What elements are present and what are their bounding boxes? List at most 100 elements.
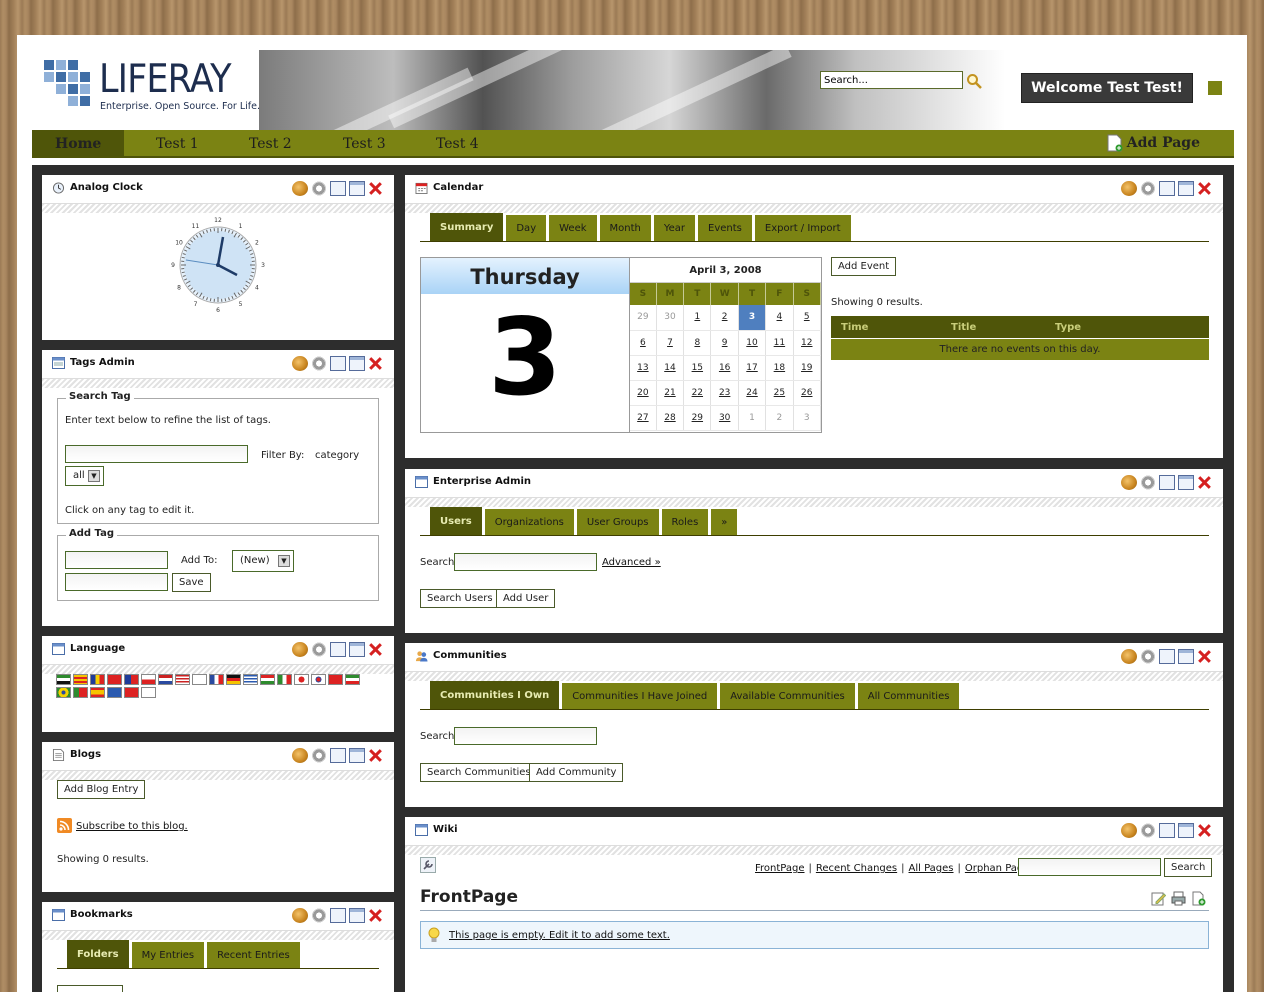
configuration-icon[interactable] <box>311 642 327 657</box>
configuration-icon[interactable] <box>1140 823 1156 838</box>
flag-turkish-icon[interactable] <box>124 687 139 698</box>
configuration-icon[interactable] <box>311 181 327 196</box>
frontpage-link[interactable]: FrontPage <box>755 863 805 874</box>
maximize-icon[interactable] <box>1178 823 1194 838</box>
close-icon[interactable] <box>368 748 384 763</box>
nav-item-test-2[interactable]: Test 2 <box>249 130 292 158</box>
new-tag-properties-input[interactable] <box>65 573 168 591</box>
flag-portuguese-brazil-icon[interactable] <box>56 687 71 698</box>
add-page-button[interactable]: Add Page <box>1107 134 1200 152</box>
wrench-icon[interactable] <box>420 857 436 873</box>
calendar-day[interactable]: 6 <box>630 330 657 356</box>
flag-chinese-icon[interactable] <box>107 674 122 685</box>
look-and-feel-icon[interactable] <box>292 748 308 763</box>
wiki-search-input[interactable] <box>1018 858 1161 876</box>
liferay-logo[interactable]: LIFERAY Enterprise. Open Source. For Lif… <box>44 60 260 112</box>
minimize-icon[interactable] <box>1159 823 1175 838</box>
tab-week[interactable]: Week <box>549 215 597 241</box>
calendar-day[interactable]: 24 <box>738 380 767 406</box>
close-icon[interactable] <box>1197 181 1213 196</box>
look-and-feel-icon[interactable] <box>1121 475 1137 490</box>
calendar-day[interactable]: 9 <box>710 330 739 356</box>
calendar-day[interactable]: 17 <box>738 355 767 381</box>
filter-select[interactable]: all ▼ <box>65 466 104 486</box>
tab-export-import[interactable]: Export / Import <box>754 215 851 241</box>
dock-toggle-icon[interactable] <box>1208 81 1222 95</box>
add-child-page-icon[interactable] <box>1191 891 1206 906</box>
calendar-day[interactable]: 25 <box>765 380 794 406</box>
calendar-day[interactable]: 30 <box>710 405 739 431</box>
flag-japanese-icon[interactable] <box>294 674 309 685</box>
flag-vietnamese-icon[interactable] <box>141 687 156 698</box>
calendar-day[interactable]: 19 <box>793 355 822 381</box>
minimize-icon[interactable] <box>330 181 346 196</box>
nav-item-home[interactable]: Home <box>32 130 125 158</box>
maximize-icon[interactable] <box>1178 475 1194 490</box>
tab-all-communities[interactable]: All Communities <box>857 683 960 709</box>
add-blog-entry-button[interactable]: Add Blog Entry <box>57 780 146 799</box>
calendar-day[interactable]: 2 <box>710 305 739 331</box>
look-and-feel-icon[interactable] <box>292 908 308 923</box>
flag-catalan-icon[interactable] <box>73 674 88 685</box>
look-and-feel-icon[interactable] <box>1121 823 1137 838</box>
calendar-day[interactable]: 13 <box>630 355 657 381</box>
flag-czech-icon[interactable] <box>141 674 156 685</box>
flag-dutch-icon[interactable] <box>158 674 173 685</box>
tab-communities-joined[interactable]: Communities I Have Joined <box>562 683 718 709</box>
tab-folders[interactable]: Folders <box>67 940 129 968</box>
look-and-feel-icon[interactable] <box>1121 649 1137 664</box>
flag-greek-icon[interactable] <box>243 674 258 685</box>
tab-communities-i-own[interactable]: Communities I Own <box>430 681 560 709</box>
close-icon[interactable] <box>1197 475 1213 490</box>
flag-basque-icon[interactable] <box>90 674 105 685</box>
close-icon[interactable] <box>1197 649 1213 664</box>
calendar-day[interactable]: 3 <box>738 305 767 331</box>
flag-korean-icon[interactable] <box>311 674 326 685</box>
tab-summary[interactable]: Summary <box>430 213 504 241</box>
maximize-icon[interactable] <box>349 908 365 923</box>
wiki-search-button[interactable]: Search <box>1164 858 1213 877</box>
close-icon[interactable] <box>368 908 384 923</box>
maximize-icon[interactable] <box>349 748 365 763</box>
maximize-icon[interactable] <box>349 356 365 371</box>
flag-norwegian-icon[interactable] <box>328 674 343 685</box>
add-event-button[interactable]: Add Event <box>831 257 897 276</box>
flag-portuguese-icon[interactable] <box>73 687 88 698</box>
portlet-header[interactable]: Tags Admin <box>42 350 394 378</box>
look-and-feel-icon[interactable] <box>292 642 308 657</box>
calendar-day[interactable]: 12 <box>793 330 822 356</box>
add-to-select[interactable]: (New) ▼ <box>232 550 294 572</box>
flag-finnish-icon[interactable] <box>192 674 207 685</box>
calendar-day[interactable]: 16 <box>710 355 739 381</box>
tab-my-entries[interactable]: My Entries <box>131 942 205 968</box>
maximize-icon[interactable] <box>349 642 365 657</box>
calendar-day[interactable]: 22 <box>683 380 712 406</box>
configuration-icon[interactable] <box>1140 475 1156 490</box>
close-icon[interactable] <box>1197 823 1213 838</box>
maximize-icon[interactable] <box>1178 649 1194 664</box>
calendar-day[interactable]: 8 <box>683 330 712 356</box>
flag-english-icon[interactable] <box>175 674 190 685</box>
tab-day[interactable]: Day <box>506 215 547 241</box>
header-search-input[interactable] <box>820 71 963 89</box>
configuration-icon[interactable] <box>1140 181 1156 196</box>
tab-organizations[interactable]: Organizations <box>484 509 574 535</box>
calendar-day[interactable]: 26 <box>793 380 822 406</box>
calendar-day[interactable]: 5 <box>793 305 822 331</box>
portlet-header[interactable]: Calendar <box>405 175 1223 203</box>
flag-french-icon[interactable] <box>209 674 224 685</box>
portlet-header[interactable]: Enterprise Admin <box>405 469 1223 497</box>
add-user-button[interactable]: Add User <box>496 589 556 608</box>
print-icon[interactable] <box>1171 891 1186 906</box>
add-folder-button[interactable] <box>57 985 123 992</box>
community-search-input[interactable] <box>454 727 597 745</box>
search-users-button[interactable]: Search Users <box>420 589 500 608</box>
minimize-icon[interactable] <box>330 748 346 763</box>
portlet-header[interactable]: Wiki <box>405 817 1223 845</box>
save-button[interactable]: Save <box>172 573 211 592</box>
tag-search-input[interactable] <box>65 445 248 463</box>
search-communities-button[interactable]: Search Communities <box>420 763 538 782</box>
configuration-icon[interactable] <box>311 748 327 763</box>
all-pages-link[interactable]: All Pages <box>909 863 954 874</box>
advanced-search-link[interactable]: Advanced » <box>602 557 661 568</box>
